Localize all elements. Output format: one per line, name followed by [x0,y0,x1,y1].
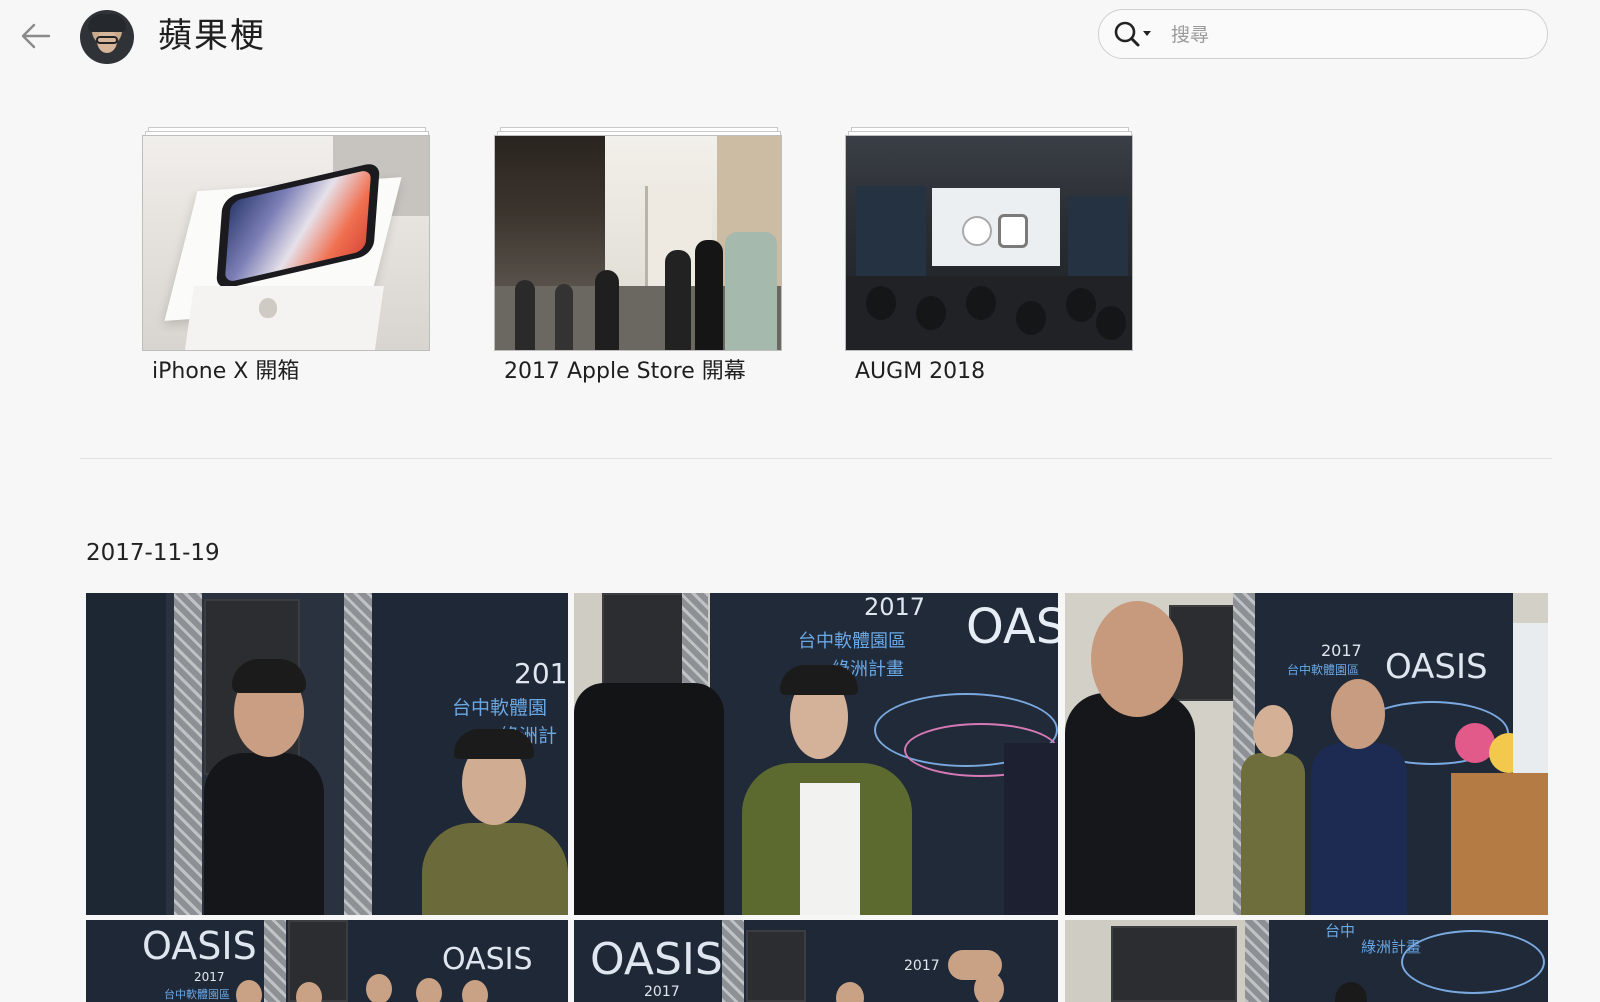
arrow-left-icon [21,23,51,49]
avatar [80,10,134,64]
banner-text: 2017 [644,984,680,1000]
banner-text: 台中 [1325,922,1356,940]
banner-text: OASIS [142,924,257,968]
banner-text: 台中軟體園區 [164,988,230,1001]
banner-text: 台中軟體園 [452,697,548,719]
album-title[interactable]: 2017 Apple Store 開幕 [504,357,746,387]
photo-thumbnail[interactable]: 201 台中軟體園 綠洲計 [86,593,568,915]
back-button[interactable] [14,14,58,58]
search-icon [1114,21,1140,47]
search-bar[interactable] [1098,9,1548,59]
photo-thumbnail[interactable]: 2017 台中軟體園區 OASIS [1065,593,1548,915]
album-title[interactable]: AUGM 2018 [855,357,985,387]
banner-text: 2017 [194,970,225,984]
album-thumbnail[interactable] [845,135,1133,351]
apple-logo-icon [259,298,277,318]
album-thumbnail[interactable] [142,135,430,351]
search-input[interactable] [1169,19,1533,51]
photo-thumbnail[interactable]: OASIS 2017 台中軟體園區 OASIS [86,920,568,1002]
section-date-heading: 2017-11-19 [86,540,220,566]
banner-text: 2017 [864,593,926,621]
avatar-hat [88,14,126,32]
banner-text: 台中軟體園區 [1287,663,1360,677]
photo-thumbnail[interactable]: OASIS 2017 2017 [574,920,1058,1002]
photo-app-window: 蘋果梗 iPhone X 開箱 [0,0,1600,1002]
banner-text: OAS [966,599,1058,655]
avatar-glasses [96,36,118,44]
page-title: 蘋果梗 [158,16,266,56]
banner-text: OASIS [590,934,723,985]
banner-text: OASIS [442,942,533,977]
photo-thumbnail[interactable]: 2017 台中軟體園區 綠洲計畫 OAS [574,593,1058,915]
banner-text: 201 [514,657,568,690]
banner-text: OASIS [1385,647,1488,687]
album-title[interactable]: iPhone X 開箱 [152,357,299,387]
search-icon-button[interactable] [1113,20,1141,48]
header: 蘋果梗 [0,0,1600,80]
chevron-down-icon[interactable] [1143,31,1151,36]
photo-thumbnail[interactable]: 台中 綠洲計畫 [1065,920,1548,1002]
album-thumbnail[interactable] [494,135,782,351]
banner-text: 2017 [1321,641,1362,660]
banner-text: 2017 [904,958,940,974]
section-divider [80,458,1552,459]
banner-text: 台中軟體園區 [798,631,906,652]
